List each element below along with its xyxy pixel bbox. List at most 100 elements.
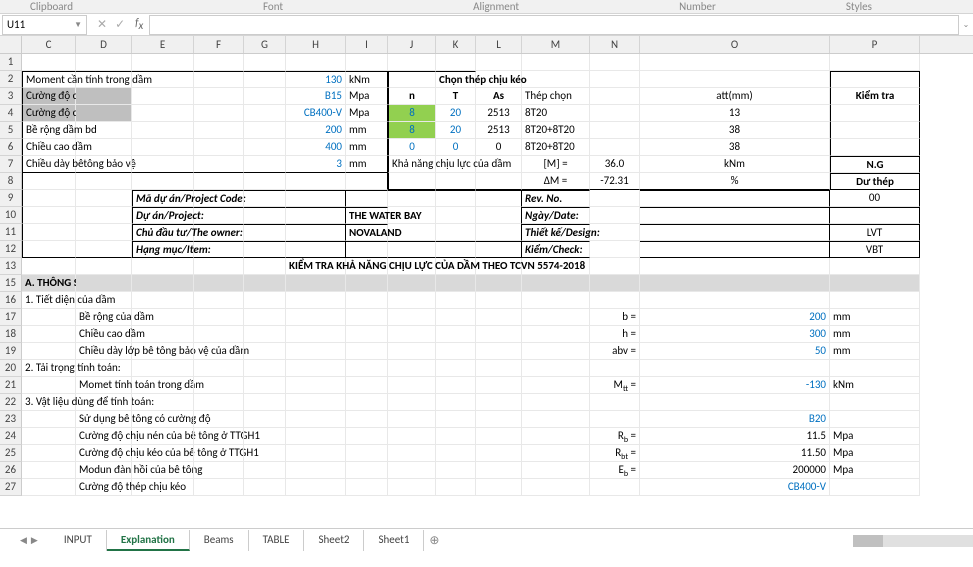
cell-D19[interactable]: Chiều dày lớp bê tông bảo vệ của dầm [76, 343, 132, 360]
cell-D18[interactable]: Chiều cao dầm [76, 326, 132, 343]
cell-K17[interactable] [436, 309, 476, 326]
cell-L9[interactable] [476, 190, 522, 207]
cell-G13[interactable] [244, 258, 286, 275]
cell-K16[interactable] [436, 292, 476, 309]
cell-L4[interactable]: 2513 [476, 105, 522, 122]
cell-D24[interactable]: Cường độ chịu nén của bê tông ở TTGH1 [76, 428, 132, 445]
cell-G11[interactable] [244, 224, 286, 241]
cell-G3[interactable] [244, 88, 286, 105]
cell-P7[interactable]: N.G [830, 156, 920, 173]
cell-E16[interactable] [132, 292, 194, 309]
row-header[interactable]: 2 [0, 71, 22, 88]
cell-D22[interactable] [76, 394, 132, 411]
formula-bar[interactable] [149, 15, 959, 35]
cell-P8[interactable]: Dư thép [830, 173, 920, 190]
cell-I12[interactable] [346, 241, 388, 258]
cell-M11[interactable]: Thiết kế/Design: [522, 224, 590, 241]
cell-J18[interactable] [388, 326, 436, 343]
cell-F4[interactable] [194, 105, 244, 122]
cell-G27[interactable] [244, 479, 286, 496]
row-header[interactable]: 12 [0, 241, 22, 258]
cell-N12[interactable] [590, 241, 640, 258]
cell-K19[interactable] [436, 343, 476, 360]
cell-P12[interactable]: VBT [830, 241, 920, 258]
cell-K27[interactable] [436, 479, 476, 496]
cell-C22[interactable]: 3. Vật liệu dùng để tính toán: [22, 394, 76, 411]
cell-C7[interactable]: Chiều dày bêtông bảo vệ [22, 156, 76, 173]
cell-L6[interactable]: 0 [476, 139, 522, 156]
cell-O25[interactable]: 11.50 [640, 445, 830, 462]
add-sheet-icon[interactable]: ⊕ [424, 533, 444, 548]
cell-G7[interactable] [244, 156, 286, 173]
cell-H3[interactable]: B15 [286, 88, 346, 105]
row-header[interactable]: 8 [0, 173, 22, 190]
cell-J6[interactable]: 0 [388, 139, 436, 156]
cell-I23[interactable] [346, 411, 388, 428]
cell-E9[interactable]: Mã dự án/Project Code: [132, 190, 194, 207]
cell-N17[interactable]: b = [590, 309, 640, 326]
cell-J22[interactable] [388, 394, 436, 411]
cell-C1[interactable] [22, 54, 76, 71]
cell-E20[interactable] [132, 360, 194, 377]
cell-P20[interactable] [830, 360, 920, 377]
cell-M4[interactable]: 8T20 [522, 105, 590, 122]
cell-J24[interactable] [388, 428, 436, 445]
cell-C12[interactable] [22, 241, 76, 258]
cell-I19[interactable] [346, 343, 388, 360]
cell-D10[interactable] [76, 207, 132, 224]
cell-E19[interactable] [132, 343, 194, 360]
col-header[interactable]: E [132, 36, 194, 53]
row-header[interactable]: 17 [0, 309, 22, 326]
cell-G2[interactable] [244, 71, 286, 88]
cell-K21[interactable] [436, 377, 476, 394]
cell-E4[interactable] [132, 105, 194, 122]
cell-D16[interactable] [76, 292, 132, 309]
row-header[interactable]: 13 [0, 258, 22, 275]
cell-J8[interactable] [388, 173, 436, 190]
chevron-down-icon[interactable]: ▼ [74, 20, 82, 30]
cell-D25[interactable]: Cường độ chịu kéo của bê tông ở TTGH1 [76, 445, 132, 462]
cell-K18[interactable] [436, 326, 476, 343]
cell-H9[interactable] [286, 190, 346, 207]
cell-P26[interactable]: Mpa [830, 462, 920, 479]
cell-I17[interactable] [346, 309, 388, 326]
cell-F2[interactable] [194, 71, 244, 88]
cell-E23[interactable] [132, 411, 194, 428]
row-header[interactable]: 3 [0, 88, 22, 105]
cell-K3[interactable]: T [436, 88, 476, 105]
cell-E2[interactable] [132, 71, 194, 88]
cell-C6[interactable]: Chiều cao dầm [22, 139, 76, 156]
cell-E5[interactable] [132, 122, 194, 139]
cell-C20[interactable]: 2. Tải trọng tính toán: [22, 360, 76, 377]
cell-P16[interactable] [830, 292, 920, 309]
cell-L1[interactable] [476, 54, 522, 71]
cell-I9[interactable] [346, 190, 388, 207]
cell-O6[interactable]: 38 [640, 139, 830, 156]
cell-G22[interactable] [244, 394, 286, 411]
cell-O24[interactable]: 11.5 [640, 428, 830, 445]
fx-icon[interactable]: fx [135, 16, 149, 32]
cell-M16[interactable] [522, 292, 590, 309]
cell-F8[interactable] [194, 173, 244, 190]
cell-F11[interactable] [194, 224, 244, 241]
cell-K10[interactable] [436, 207, 476, 224]
sheet-tab-input[interactable]: INPUT [50, 530, 107, 551]
cell-O21[interactable]: -130 [640, 377, 830, 394]
cell-I22[interactable] [346, 394, 388, 411]
cell-E13[interactable] [132, 258, 194, 275]
cell-J16[interactable] [388, 292, 436, 309]
cell-O4[interactable]: 13 [640, 105, 830, 122]
cell-C24[interactable] [22, 428, 76, 445]
cell-L10[interactable] [476, 207, 522, 224]
cell-M2[interactable] [522, 71, 590, 88]
col-header[interactable]: I [346, 36, 388, 53]
cell-I16[interactable] [346, 292, 388, 309]
col-header[interactable]: O [640, 36, 830, 53]
cell-F18[interactable] [194, 326, 244, 343]
name-box[interactable]: U11▼ [2, 15, 87, 35]
cell-E6[interactable] [132, 139, 194, 156]
cell-F24[interactable] [194, 428, 244, 445]
cell-K11[interactable] [436, 224, 476, 241]
cell-E11[interactable]: Chủ đầu tư/The owner: [132, 224, 194, 241]
cell-O10[interactable] [640, 207, 830, 224]
